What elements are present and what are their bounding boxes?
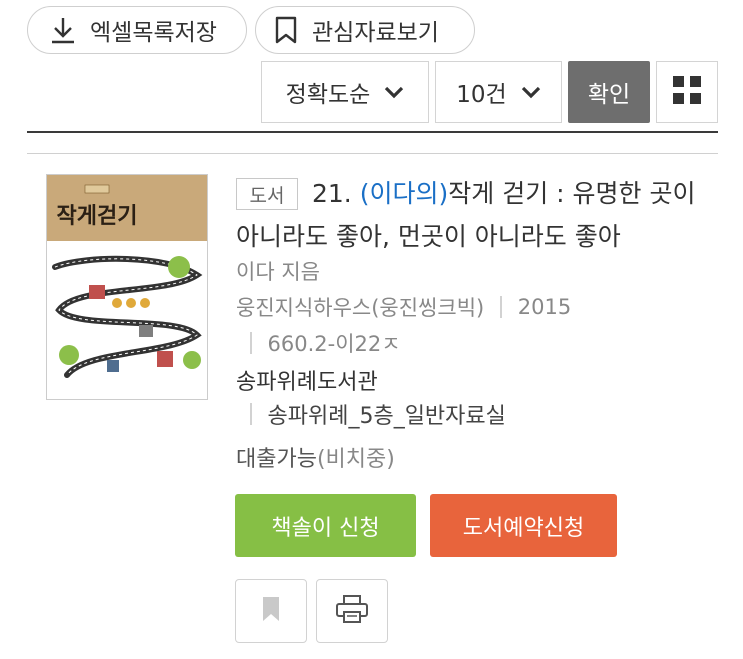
bookmark-icon bbox=[274, 16, 298, 44]
confirm-label: 확인 bbox=[587, 82, 631, 108]
title-paren-close: ) bbox=[438, 179, 449, 208]
confirm-button[interactable]: 확인 bbox=[568, 61, 650, 123]
availability-text: 대출가능 bbox=[236, 447, 317, 472]
printer-icon bbox=[335, 594, 369, 628]
book-delivery-request-label: 책솔이 신청 bbox=[271, 515, 380, 541]
chevron-down-icon bbox=[521, 85, 541, 99]
count-select[interactable]: 10건 bbox=[435, 61, 562, 123]
results-list-divider bbox=[27, 153, 718, 154]
publication-info: 웅진지식하우스(웅진씽크빅) 2015 bbox=[236, 292, 571, 322]
excel-export-label: 엑셀목록저장 bbox=[90, 20, 217, 46]
shelf-location-row: 송파위례_5층_일반자료실 bbox=[236, 398, 506, 430]
result-number: 21. bbox=[312, 179, 352, 208]
author-text: 이다 지음 bbox=[236, 260, 320, 284]
shelf-location-text: 송파위례_5층_일반자료실 bbox=[267, 404, 506, 429]
print-button[interactable] bbox=[316, 579, 388, 643]
result-title[interactable]: 21. (이다의)작게 걷기 : 유명한 곳이 아니라도 좋아, 먼곳이 아니라… bbox=[236, 172, 726, 258]
favorites-view-button[interactable]: 관심자료보기 bbox=[255, 6, 475, 54]
download-icon bbox=[50, 16, 76, 44]
bookmark-button[interactable] bbox=[235, 579, 307, 643]
bookmark-icon bbox=[260, 595, 282, 627]
divider bbox=[250, 403, 252, 425]
call-number-text: 660.2-이22ㅈ bbox=[267, 332, 401, 356]
favorites-view-label: 관심자료보기 bbox=[312, 20, 439, 46]
sort-select-value: 정확도순 bbox=[285, 82, 371, 108]
availability-status: 대출가능(비치중) bbox=[236, 441, 395, 473]
title-rest: 작게 걷기 : 유명한 곳이 아니라도 좋아, 먼곳이 아니라도 좋아 bbox=[236, 179, 696, 251]
cover-title-text: 작게걷기 bbox=[57, 203, 138, 229]
grid-view-icon bbox=[672, 75, 702, 109]
publisher-text: 웅진지식하우스(웅진씽크빅) bbox=[236, 296, 485, 320]
year-text: 2015 bbox=[517, 295, 572, 319]
book-delivery-request-button[interactable]: 책솔이 신청 bbox=[235, 494, 416, 557]
sort-select[interactable]: 정확도순 bbox=[261, 61, 429, 123]
availability-note: (비치중) bbox=[316, 447, 395, 472]
divider bbox=[500, 296, 502, 318]
divider bbox=[250, 332, 252, 354]
title-highlight: 이다의 bbox=[369, 179, 439, 208]
reserve-book-button[interactable]: 도서예약신청 bbox=[430, 494, 617, 557]
results-top-divider bbox=[27, 131, 718, 133]
reserve-book-label: 도서예약신청 bbox=[462, 515, 585, 541]
grid-view-button[interactable] bbox=[656, 61, 718, 123]
chevron-down-icon bbox=[384, 85, 404, 99]
call-number-row: 660.2-이22ㅈ bbox=[236, 328, 401, 358]
book-cover-image[interactable]: 작게걷기 bbox=[46, 174, 208, 400]
library-name: 송파위례도서관 bbox=[236, 370, 378, 395]
excel-export-button[interactable]: 엑셀목록저장 bbox=[27, 6, 247, 54]
count-select-value: 10건 bbox=[456, 82, 507, 108]
